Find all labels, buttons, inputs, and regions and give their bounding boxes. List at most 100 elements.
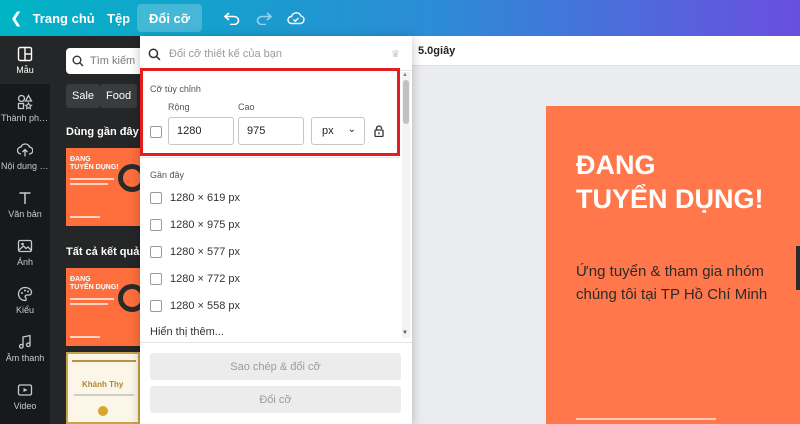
scrollbar-thumb[interactable] xyxy=(403,80,409,124)
resize-search-placeholder: Đổi cỡ thiết kế của bạn xyxy=(169,48,282,60)
certificate-line xyxy=(72,360,136,362)
divider xyxy=(140,157,400,158)
custom-size-title: Cỡ tùy chỉnh xyxy=(150,84,201,94)
undo-icon xyxy=(224,12,240,25)
chip-sale[interactable]: Sale xyxy=(66,84,101,108)
recent-size-option[interactable]: 1280 × 577 px xyxy=(150,244,240,260)
rail-item-audio[interactable]: Âm thanh xyxy=(0,324,50,372)
thumbnail-text-line xyxy=(70,336,100,338)
home-button[interactable]: ❮ Trang chủ xyxy=(0,0,95,36)
thumbnail-text-line xyxy=(70,178,114,180)
all-results-heading: Tất cả kết quả xyxy=(66,246,140,258)
show-more-link[interactable]: Hiển thị thêm... xyxy=(150,326,224,338)
template-thumbnail-result[interactable]: ĐANG TUYỂN DỤNG! xyxy=(66,268,140,346)
rail-label: Video xyxy=(13,400,37,411)
medal-icon xyxy=(98,406,108,416)
height-input[interactable]: 975 xyxy=(238,117,304,145)
recent-heading: Dùng gần đây xyxy=(66,126,139,138)
certificate-thumbnail[interactable]: Khánh Thy xyxy=(66,352,140,424)
scroll-up-icon[interactable]: ▲ xyxy=(402,72,408,78)
thumbnail-ring xyxy=(118,164,140,192)
rail-label: Kiểu xyxy=(15,304,34,315)
rail-item-uploads[interactable]: Nội dung t... xyxy=(0,132,50,180)
template-thumbnail-recent[interactable]: ĐANG TUYỂN DỤNG! xyxy=(66,148,140,226)
left-rail: Mẫu Thành phần Nội dung t... Văn bản Ảnh… xyxy=(0,36,50,424)
audio-icon xyxy=(18,334,31,349)
width-input[interactable]: 1280 xyxy=(168,117,234,145)
redo-icon xyxy=(256,12,273,25)
upload-icon xyxy=(17,142,33,156)
resize-button[interactable]: Đổi cỡ xyxy=(150,386,401,413)
rail-item-templates[interactable]: Mẫu xyxy=(0,36,50,84)
crown-icon: ♛ xyxy=(391,49,400,60)
thumbnail-title: ĐANG TUYỂN DỤNG! xyxy=(70,276,119,291)
templates-panel: Tìm kiếm Sale Food Dùng gần đây ĐANG TUY… xyxy=(50,36,140,424)
cloud-save-button[interactable] xyxy=(280,0,312,36)
rail-label: Mẫu xyxy=(16,64,34,75)
unit-select[interactable]: px ⌄ xyxy=(311,117,365,145)
text-icon xyxy=(19,191,31,204)
lock-button[interactable] xyxy=(374,124,384,142)
thumbnail-text-line xyxy=(70,298,114,300)
template-search-input[interactable]: Tìm kiếm xyxy=(66,48,140,74)
recent-size-option[interactable]: 1280 × 558 px xyxy=(150,298,240,314)
redo-button[interactable] xyxy=(248,0,280,36)
design-subtitle[interactable]: Ứng tuyển & tham gia nhóm chúng tôi tại … xyxy=(576,260,767,306)
recent-size-option[interactable]: 1280 × 619 px xyxy=(150,190,240,206)
copy-and-resize-button[interactable]: Sao chép & đổi cỡ xyxy=(150,353,401,380)
page-duration[interactable]: 5.0giây xyxy=(418,45,455,57)
cloud-check-icon xyxy=(287,12,305,25)
thumbnail-title: ĐANG TUYỂN DỤNG! xyxy=(70,156,119,171)
photo-icon xyxy=(17,239,33,252)
design-text-line[interactable] xyxy=(576,418,716,420)
elements-icon xyxy=(17,93,33,110)
template-icon xyxy=(17,46,33,61)
scroll-down-icon[interactable]: ▼ xyxy=(402,330,408,336)
custom-size-checkbox[interactable] xyxy=(150,126,162,138)
resize-dropdown: Đổi cỡ thiết kế của bạn ♛ Cỡ tùy chỉnh R… xyxy=(140,36,412,424)
rail-label: Âm thanh xyxy=(5,352,45,363)
chevron-left-icon: ❮ xyxy=(10,10,23,27)
video-icon xyxy=(17,383,33,396)
rail-label: Văn bản xyxy=(8,208,42,219)
recent-size-label: 1280 × 772 px xyxy=(170,273,241,285)
thumbnail-text-line xyxy=(70,303,108,305)
recent-size-checkbox[interactable] xyxy=(150,219,162,231)
height-label: Cao xyxy=(238,102,255,112)
recent-size-option[interactable]: 1280 × 975 px xyxy=(150,217,240,233)
recent-size-checkbox[interactable] xyxy=(150,246,162,258)
design-artboard[interactable]: ĐANG TUYỂN DỤNG! Ứng tuyển & tham gia nh… xyxy=(546,106,800,424)
rail-item-elements[interactable]: Thành phần xyxy=(0,84,50,132)
recent-size-checkbox[interactable] xyxy=(150,300,162,312)
certificate-line xyxy=(74,394,134,396)
chip-food[interactable]: Food xyxy=(100,84,138,108)
design-graphic[interactable] xyxy=(796,246,800,290)
recent-size-label: 1280 × 577 px xyxy=(170,246,241,258)
home-label: Trang chủ xyxy=(32,10,95,26)
design-headline[interactable]: ĐANG TUYỂN DỤNG! xyxy=(576,148,764,216)
thumbnail-text-line xyxy=(70,216,100,218)
resize-search-input[interactable]: Đổi cỡ thiết kế của bạn ♛ xyxy=(148,40,404,68)
rail-item-text[interactable]: Văn bản xyxy=(0,180,50,228)
template-search-placeholder: Tìm kiếm xyxy=(90,55,136,67)
recent-size-checkbox[interactable] xyxy=(150,192,162,204)
recent-sizes-title: Gần đây xyxy=(150,170,185,180)
recent-size-checkbox[interactable] xyxy=(150,273,162,285)
recent-size-option[interactable]: 1280 × 772 px xyxy=(150,271,240,287)
rail-item-photos[interactable]: Ảnh xyxy=(0,228,50,276)
undo-button[interactable] xyxy=(216,0,248,36)
rail-label: Nội dung t... xyxy=(1,160,49,171)
recent-size-label: 1280 × 619 px xyxy=(170,192,241,204)
top-bar: ❮ Trang chủ Tệp Đổi cỡ xyxy=(0,0,800,36)
recent-size-label: 1280 × 558 px xyxy=(170,300,241,312)
rail-item-video[interactable]: Video xyxy=(0,372,50,420)
recent-size-label: 1280 × 975 px xyxy=(170,219,241,231)
styles-icon xyxy=(17,286,33,301)
resize-menu-button[interactable]: Đổi cỡ xyxy=(137,4,203,32)
width-label: Rộng xyxy=(168,102,190,112)
chevron-down-icon: ⌄ xyxy=(347,124,356,135)
rail-item-styles[interactable]: Kiểu xyxy=(0,276,50,324)
divider xyxy=(140,342,412,343)
file-menu-button[interactable]: Tệp xyxy=(95,0,137,36)
unit-value: px xyxy=(322,125,334,137)
